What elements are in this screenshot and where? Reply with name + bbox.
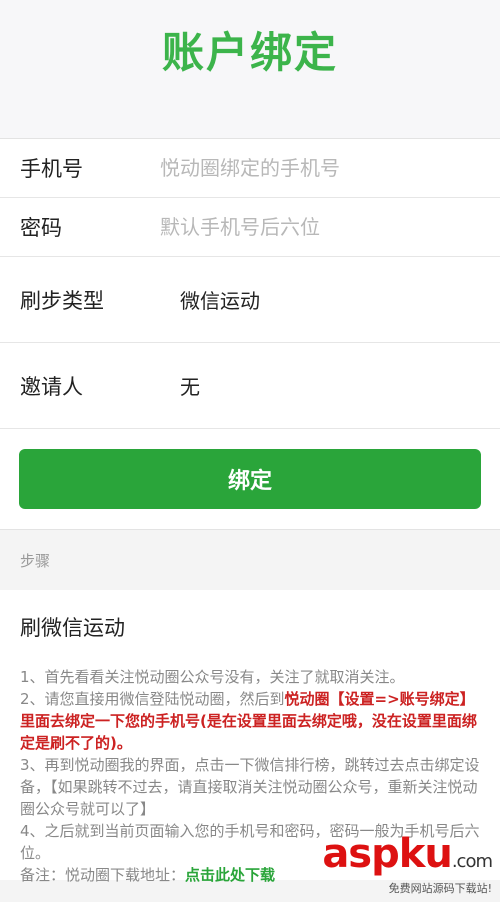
phone-row: 手机号 xyxy=(0,139,500,198)
download-link[interactable]: 点击此处下载 xyxy=(185,866,275,884)
instruction-step-2: 2、请您直接用微信登陆悦动圈，然后到悦动圈【设置=>账号绑定】里面去绑定一下您的… xyxy=(20,688,480,754)
bind-button[interactable]: 绑定 xyxy=(19,449,481,509)
instruction-step-1: 1、首先看看关注悦动圈公众号没有，关注了就取消关注。 xyxy=(20,668,405,686)
steps-label: 步骤 xyxy=(0,530,500,590)
note-prefix: 备注：悦动圈下载地址： xyxy=(20,866,186,884)
inviter-value[interactable]: 无 xyxy=(160,371,200,400)
instruction-step-2-prefix: 2、请您直接用微信登陆悦动圈，然后到 xyxy=(20,690,285,708)
watermark-tagline: 免费网站源码下载站! xyxy=(388,882,492,895)
button-area: 绑定 xyxy=(0,429,500,530)
password-label: 密码 xyxy=(20,216,62,240)
watermark-logo-suffix: .com xyxy=(451,851,493,872)
watermark-logo: aspku.com 免费网站源码下载站! xyxy=(322,831,493,896)
inviter-row[interactable]: 邀请人 无 xyxy=(0,343,500,429)
watermark-logo-text: aspku xyxy=(322,831,453,877)
header: 账户绑定 xyxy=(0,0,500,139)
step-type-value[interactable]: 微信运动 xyxy=(160,285,260,314)
password-input[interactable] xyxy=(160,215,480,239)
phone-label: 手机号 xyxy=(20,157,83,181)
binding-form: 手机号 密码 刷步类型 微信运动 邀请人 无 xyxy=(0,139,500,429)
password-row: 密码 xyxy=(0,198,500,257)
page-title: 账户绑定 xyxy=(161,27,338,77)
section-title: 刷微信运动 xyxy=(20,616,125,640)
step-type-label: 刷步类型 xyxy=(20,288,104,313)
instruction-step-3: 3、再到悦动圈我的界面，点击一下微信排行榜，跳转过去点击绑定设备，【如果跳转不过… xyxy=(20,756,480,818)
step-type-row[interactable]: 刷步类型 微信运动 xyxy=(0,257,500,343)
inviter-label: 邀请人 xyxy=(20,374,83,399)
phone-input[interactable] xyxy=(160,156,480,180)
